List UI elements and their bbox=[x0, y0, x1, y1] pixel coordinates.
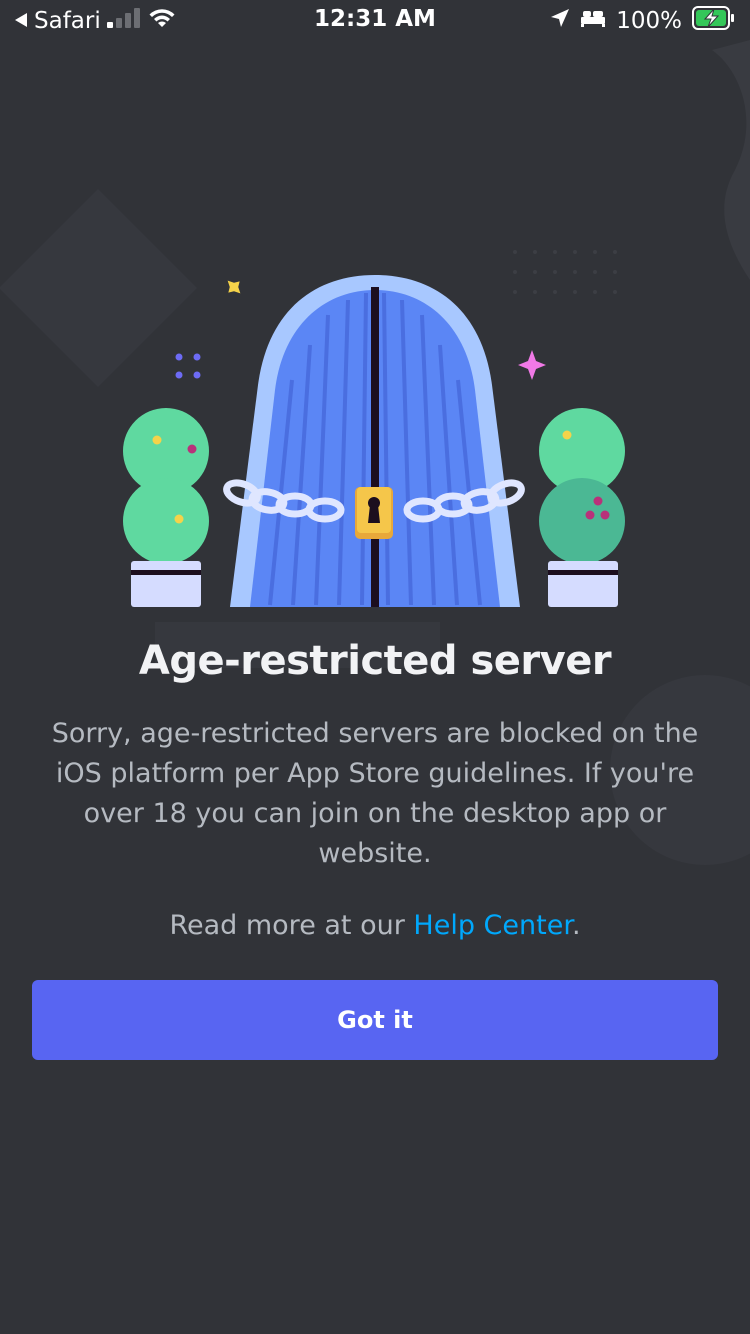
right-shrub bbox=[539, 408, 625, 607]
left-shrub bbox=[123, 408, 209, 607]
padlock-icon bbox=[355, 487, 393, 539]
battery-charging-icon bbox=[692, 6, 736, 36]
modal-title: Age-restricted server bbox=[138, 638, 612, 684]
read-more-suffix: . bbox=[571, 910, 581, 941]
sparkle-star-icon bbox=[518, 350, 546, 380]
modal-description: Sorry, age-restricted servers are blocke… bbox=[51, 718, 699, 869]
location-arrow-icon bbox=[550, 8, 570, 34]
sparkle-dots-icon bbox=[175, 353, 201, 379]
got-it-button[interactable]: Got it bbox=[32, 980, 718, 1060]
read-more-text: Read more at our Help Center. bbox=[0, 906, 750, 946]
sparkle-icon bbox=[227, 280, 241, 294]
status-bar: Safari 12:31 AM 100% bbox=[0, 0, 750, 42]
read-more-prefix: Read more at our bbox=[169, 910, 414, 941]
bed-icon bbox=[580, 8, 606, 34]
help-center-link[interactable]: Help Center bbox=[413, 910, 572, 941]
battery-percent: 100% bbox=[616, 8, 682, 34]
locked-gate-illustration bbox=[123, 275, 625, 607]
